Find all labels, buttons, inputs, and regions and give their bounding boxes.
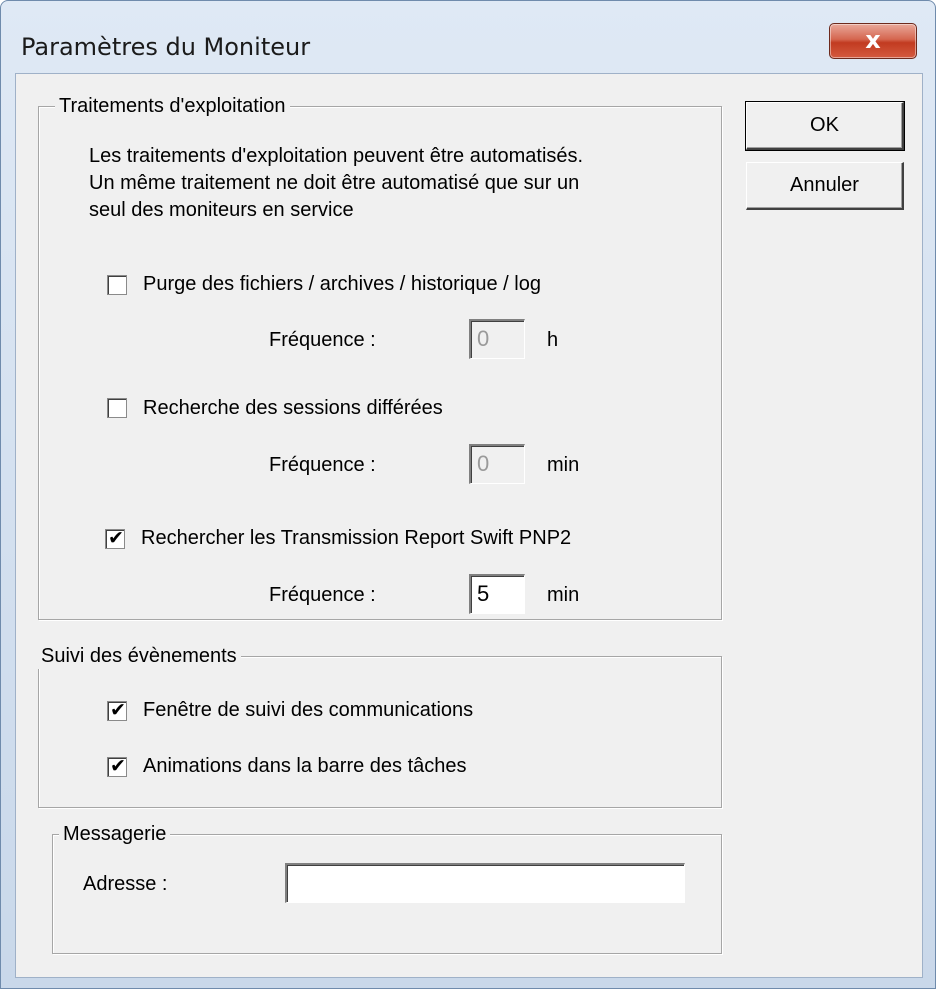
window-title: Paramètres du Moniteur: [21, 33, 311, 61]
ok-button[interactable]: OK: [745, 101, 905, 151]
swift-checkbox[interactable]: ✔: [105, 527, 125, 549]
traitements-description: Les traitements d'exploitation peuvent ê…: [89, 145, 584, 221]
swift-frequency-unit: min: [547, 584, 580, 606]
group-suivi: Suivi des évènements ✔ Fenêtre de suivi …: [37, 643, 722, 808]
purge-checkbox[interactable]: [107, 275, 127, 295]
group-messagerie-legend: Messagerie: [59, 821, 171, 847]
purge-frequency-input[interactable]: 0: [469, 319, 525, 359]
swift-label[interactable]: Rechercher les Transmission Report Swift…: [141, 525, 571, 551]
animations-label[interactable]: Animations dans la barre des tâches: [143, 753, 467, 779]
sessions-label[interactable]: Recherche des sessions différées: [143, 395, 443, 421]
group-messagerie: Messagerie Adresse :: [52, 821, 722, 954]
checkmark-icon: ✔: [110, 755, 126, 777]
sessions-frequency-input[interactable]: 0: [469, 444, 525, 484]
purge-frequency-label: Fréquence :: [269, 329, 376, 351]
sessions-checkbox[interactable]: [107, 398, 127, 418]
close-icon: x: [865, 26, 881, 54]
dialog-client-area: Traitements d'exploitation Les traitemen…: [15, 73, 923, 978]
group-traitements-legend: Traitements d'exploitation: [55, 93, 290, 119]
address-label: Adresse :: [83, 873, 168, 895]
sessions-frequency-label: Fréquence :: [269, 454, 376, 476]
purge-label[interactable]: Purge des fichiers / archives / historiq…: [143, 271, 541, 297]
dialog-window: Paramètres du Moniteur x Traitements d'e…: [0, 0, 936, 989]
cancel-button[interactable]: Annuler: [746, 162, 904, 210]
address-input[interactable]: [285, 863, 685, 903]
checkmark-icon: ✔: [110, 699, 126, 721]
communications-checkbox[interactable]: ✔: [107, 699, 127, 721]
checkmark-icon: ✔: [108, 527, 124, 549]
communications-label[interactable]: Fenêtre de suivi des communications: [143, 697, 473, 723]
close-button[interactable]: x: [829, 23, 917, 59]
animations-checkbox[interactable]: ✔: [107, 755, 127, 777]
sessions-frequency-unit: min: [547, 454, 580, 476]
swift-frequency-label: Fréquence :: [269, 584, 376, 606]
group-suivi-legend: Suivi des évènements: [37, 643, 241, 669]
swift-frequency-input[interactable]: 5: [469, 574, 525, 614]
group-traitements: Traitements d'exploitation Les traitemen…: [38, 93, 722, 620]
purge-frequency-unit: h: [547, 329, 559, 351]
